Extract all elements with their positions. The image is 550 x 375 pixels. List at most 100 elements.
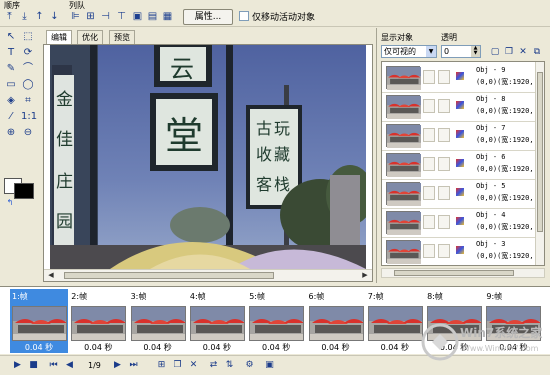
object-lock-toggle[interactable] <box>438 157 450 171</box>
opacity-input[interactable]: 0 ▲ ▼ <box>441 45 481 58</box>
distribute-icon[interactable]: ▦ <box>161 10 174 23</box>
tab-preview[interactable]: 预览 <box>109 30 135 44</box>
object-name: Obj - 5 <box>476 182 506 190</box>
frame-duration[interactable]: 0.04 秒 <box>129 342 187 353</box>
frame-item[interactable]: 7:帧 0.04 秒 <box>366 289 424 353</box>
delete-object-icon[interactable]: ✕ <box>517 46 529 58</box>
object-visibility-toggle[interactable] <box>423 70 435 84</box>
previous-frame-icon[interactable]: ◀ <box>64 360 75 371</box>
zoom-in-tool-icon[interactable]: ⊕ <box>4 126 18 140</box>
object-visibility-toggle[interactable] <box>423 157 435 171</box>
new-object-icon[interactable]: ▢ <box>489 46 501 58</box>
add-frame-icon[interactable]: ⊞ <box>156 360 167 371</box>
align-top-icon[interactable]: ⊤ <box>115 10 128 23</box>
align-center-icon[interactable]: ⊞ <box>84 10 97 23</box>
frame-duration[interactable]: 0.04 秒 <box>366 342 424 353</box>
select-rect-tool-icon[interactable]: ⬚ <box>21 30 35 44</box>
scroll-right-icon[interactable]: ▶ <box>360 271 370 280</box>
frame-duration[interactable]: 0.04 秒 <box>188 342 246 353</box>
tab-edit[interactable]: 编辑 <box>46 30 72 44</box>
frame-duration[interactable]: 0.04 秒 <box>307 342 365 353</box>
send-to-back-icon[interactable]: ⤓ <box>18 10 31 23</box>
text-tool-icon[interactable]: T <box>4 46 18 60</box>
duplicate-object-icon[interactable]: ❐ <box>503 46 515 58</box>
object-list-horizontal-scrollbar[interactable] <box>381 268 545 278</box>
canvas-horizontal-scrollbar[interactable]: ◀ ▶ <box>44 269 372 281</box>
delete-frame-icon[interactable]: ✕ <box>188 360 199 371</box>
lasso-tool-icon[interactable]: ⌒ <box>21 62 35 76</box>
frame-duration[interactable]: 0.04 秒 <box>69 342 127 353</box>
scroll-thumb[interactable] <box>537 72 543 232</box>
tween-icon[interactable]: ⇅ <box>224 360 235 371</box>
frame-item[interactable]: 5:帧 0.04 秒 <box>247 289 305 353</box>
align-bottom-icon[interactable]: ▤ <box>146 10 159 23</box>
send-backward-icon[interactable]: ↓ <box>48 10 61 23</box>
rotate-tool-icon[interactable]: ⟳ <box>21 46 35 60</box>
object-row[interactable]: Obj - 4 (0,0)(宽:1920, <box>382 209 536 238</box>
bring-forward-icon[interactable]: ↑ <box>33 10 46 23</box>
frame-item[interactable]: 2:帧 0.04 秒 <box>69 289 127 353</box>
object-row[interactable]: Obj - 9 (0,0)(宽:1920, <box>382 64 536 93</box>
pointer-tool-icon[interactable]: ↖ <box>4 30 18 44</box>
object-lock-toggle[interactable] <box>438 70 450 84</box>
frame-item[interactable]: 1:帧 0.04 秒 <box>10 289 68 353</box>
stop-icon[interactable]: ■ <box>28 360 39 371</box>
canvas-image[interactable]: 云 堂 古玩 收藏 客栈 金 佳 庄 园 <box>50 45 366 269</box>
object-row[interactable]: Obj - 5 (0,0)(宽:1920, <box>382 180 536 209</box>
fill-tool-icon[interactable]: ◈ <box>4 94 18 108</box>
object-list-vertical-scrollbar[interactable] <box>535 62 544 265</box>
eraser-tool-icon[interactable]: ▭ <box>4 78 18 92</box>
object-row[interactable]: Obj - 7 (0,0)(宽:1920, <box>382 122 536 151</box>
first-frame-icon[interactable]: ⏮ <box>48 360 59 371</box>
scroll-thumb[interactable] <box>64 272 274 279</box>
last-frame-icon[interactable]: ⏭ <box>128 360 139 371</box>
object-visibility-toggle[interactable] <box>423 128 435 142</box>
next-frame-icon[interactable]: ▶ <box>112 360 123 371</box>
object-lock-toggle[interactable] <box>438 186 450 200</box>
swap-colors-icon[interactable]: ↰ <box>3 196 17 210</box>
scroll-left-icon[interactable]: ◀ <box>46 271 56 280</box>
object-lock-toggle[interactable] <box>438 99 450 113</box>
properties-button[interactable]: 属性... <box>183 9 233 25</box>
sign-text-mid: 堂 <box>165 114 204 158</box>
frame-properties-icon[interactable]: ⚙ <box>244 360 255 371</box>
object-lock-toggle[interactable] <box>438 128 450 142</box>
spinner-icon[interactable]: ▲ ▼ <box>471 46 480 57</box>
object-row[interactable]: Obj - 3 (0,0)(宽:1920, <box>382 238 536 265</box>
frame-duration[interactable]: 0.04 秒 <box>10 342 68 353</box>
actual-size-tool-icon[interactable]: 1:1 <box>21 110 37 124</box>
scroll-thumb[interactable] <box>394 270 514 276</box>
play-icon[interactable]: ▶ <box>12 360 23 371</box>
eyedropper-tool-icon[interactable]: ⁄ <box>4 110 18 124</box>
bring-to-front-icon[interactable]: ⤒ <box>3 10 16 23</box>
frame-item[interactable]: 6:帧 0.04 秒 <box>307 289 365 353</box>
zoom-out-tool-icon[interactable]: ⊖ <box>21 126 35 140</box>
frame-item[interactable]: 3:帧 0.04 秒 <box>129 289 187 353</box>
align-right-icon[interactable]: ⊣ <box>99 10 112 23</box>
merge-object-icon[interactable]: ⧉ <box>531 46 543 58</box>
object-row[interactable]: Obj - 6 (0,0)(宽:1920, <box>382 151 536 180</box>
crop-tool-icon[interactable]: ⌗ <box>21 94 35 108</box>
chevron-down-icon[interactable]: ▼ <box>426 46 436 57</box>
object-visibility-toggle[interactable] <box>423 244 435 258</box>
display-objects-select[interactable]: 仅可视的 ▼ <box>381 45 437 58</box>
frame-duration[interactable]: 0.04 秒 <box>247 342 305 353</box>
duplicate-frame-icon[interactable]: ❐ <box>172 360 183 371</box>
object-info: (0,0)(宽:1920, <box>476 165 534 173</box>
object-lock-toggle[interactable] <box>438 215 450 229</box>
foreground-color-swatch[interactable] <box>14 183 34 199</box>
reverse-frames-icon[interactable]: ⇄ <box>208 360 219 371</box>
object-row[interactable]: Obj - 8 (0,0)(宽:1920, <box>382 93 536 122</box>
frame-item[interactable]: 4:帧 0.04 秒 <box>188 289 246 353</box>
object-visibility-toggle[interactable] <box>423 186 435 200</box>
align-middle-icon[interactable]: ▣ <box>131 10 144 23</box>
object-visibility-toggle[interactable] <box>423 215 435 229</box>
object-visibility-toggle[interactable] <box>423 99 435 113</box>
align-left-icon[interactable]: ⊫ <box>69 10 82 23</box>
tab-optimize[interactable]: 优化 <box>77 30 103 44</box>
ellipse-select-tool-icon[interactable]: ◯ <box>21 78 35 92</box>
save-frame-icon[interactable]: ▣ <box>264 360 275 371</box>
object-lock-toggle[interactable] <box>438 244 450 258</box>
move-active-only-checkbox[interactable] <box>239 11 249 21</box>
brush-tool-icon[interactable]: ✎ <box>4 62 18 76</box>
